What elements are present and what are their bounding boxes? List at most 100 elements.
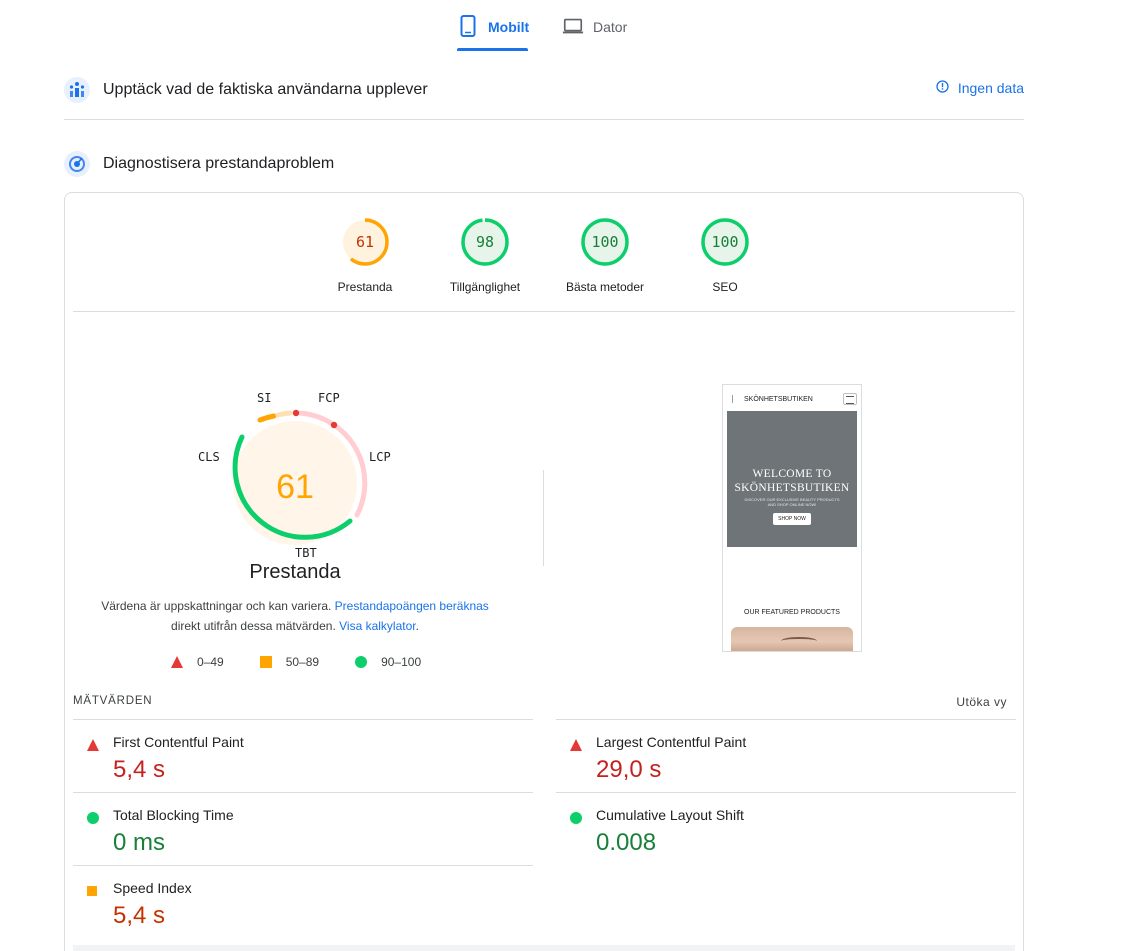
- gauge-seo-score: 100: [711, 233, 738, 251]
- gauge-accessibility-label: Tillgänglighet: [449, 280, 521, 294]
- hero-heading: WELCOME TO SKÖNHETSBUTIKEN: [727, 467, 857, 495]
- disclaimer-text-2: direkt utifrån dessa mätvärden.: [171, 619, 336, 633]
- hero-sub-2: AND SHOP ONLINE NOW!: [767, 502, 817, 507]
- metric-cls-value: 0.008: [596, 829, 657, 856]
- metric-fcp: First Contentful Paint 5,4 s: [73, 719, 533, 792]
- users-chart-icon: [64, 77, 90, 103]
- gauge-best-practices-label: Bästa metoder: [565, 280, 645, 294]
- tab-desktop-label: Dator: [593, 19, 628, 35]
- metric-tbt-value: 0 ms: [113, 829, 166, 856]
- pass-circle-icon: [87, 812, 99, 824]
- gauge-performance-ring: 61: [341, 218, 389, 266]
- gauge-best-practices[interactable]: 100 Bästa metoder: [555, 217, 655, 294]
- featured-products-heading: OUR FEATURED PRODUCTS: [744, 609, 840, 616]
- fail-triangle-icon: [87, 739, 99, 751]
- metric-fcp-name: First Contentful Paint: [113, 734, 244, 750]
- tab-mobile-label: Mobilt: [488, 19, 530, 35]
- gauge-label-cls: CLS: [198, 450, 220, 464]
- score-legend: 0–49 50–89 90–100: [171, 655, 421, 669]
- score-disclaimer: Värdena är uppskattningar och kan varier…: [85, 596, 505, 636]
- tab-mobile[interactable]: Mobilt: [457, 14, 529, 52]
- gauge-performance-score: 61: [356, 233, 374, 251]
- performance-score: 61: [276, 468, 314, 506]
- gauge-best-practices-score: 100: [591, 233, 618, 251]
- performance-title: Prestanda: [249, 561, 341, 583]
- device-tabs: Mobilt Dator: [0, 0, 1123, 52]
- metric-fcp-value: 5,4 s: [113, 756, 166, 783]
- metric-cls-name: Cumulative Layout Shift: [596, 807, 744, 823]
- laptop-icon: [562, 14, 584, 38]
- circle-icon: [355, 656, 368, 668]
- field-data-title: Upptäck vad de faktiska användarna upple…: [103, 81, 428, 98]
- gauge-segment-si: [257, 413, 277, 423]
- legend-pass: 90–100: [355, 655, 421, 669]
- gauge-accessibility-ring: 98: [461, 218, 509, 266]
- gauge-performance[interactable]: 61 Prestanda: [315, 217, 415, 294]
- metric-cls: Cumulative Layout Shift 0.008: [556, 792, 1016, 865]
- square-icon: [259, 656, 272, 668]
- smartphone-icon: [457, 14, 479, 38]
- pass-circle-icon: [570, 812, 582, 824]
- score-calculation-link[interactable]: Prestandapoängen beräknas: [335, 599, 489, 613]
- shop-now-button: SHOP NOW: [773, 513, 811, 525]
- final-screenshot[interactable]: SKÖNHETSBUTIKEN WELCOME TO SKÖNHETSBUTIK…: [722, 384, 862, 652]
- gauge-segment-fcp: [296, 410, 334, 426]
- triangle-icon: [171, 656, 183, 668]
- screenshot-header: SKÖNHETSBUTIKEN: [723, 385, 861, 413]
- legend-average: 50–89: [259, 655, 320, 669]
- fail-triangle-icon: [570, 739, 582, 751]
- metric-tbt-name: Total Blocking Time: [113, 807, 234, 823]
- screenshot-brand: SKÖNHETSBUTIKEN: [744, 395, 813, 403]
- gauge-seo-ring: 100: [701, 218, 749, 266]
- metric-tbt: Total Blocking Time 0 ms: [73, 792, 533, 865]
- product-image: [731, 627, 853, 651]
- info-icon: [936, 80, 949, 96]
- active-tab-indicator: [457, 48, 528, 51]
- lab-data-section: Diagnostisera prestandaproblem: [64, 150, 1024, 178]
- gauge-label-fcp: FCP: [318, 391, 340, 405]
- hero-line-2: SKÖNHETSBUTIKEN: [734, 482, 850, 494]
- diagnostics-icon: [64, 151, 90, 177]
- gauge-segment-si-rest: [275, 410, 293, 418]
- metric-si: Speed Index 5,4 s: [73, 865, 533, 938]
- vertical-separator: [543, 470, 544, 566]
- disclaimer-period: .: [415, 619, 419, 633]
- metric-lcp-value: 29,0 s: [596, 756, 662, 783]
- gauge-label-si: SI: [257, 391, 272, 405]
- hero-line-1: WELCOME TO: [752, 468, 832, 480]
- legend-fail: 0–49: [171, 655, 224, 669]
- gauge-label-tbt: TBT: [295, 546, 317, 560]
- bottom-bar: [73, 945, 1015, 951]
- gauge-accessibility-score: 98: [476, 233, 494, 251]
- metric-lcp-name: Largest Contentful Paint: [596, 734, 747, 750]
- screenshot-hero: WELCOME TO SKÖNHETSBUTIKEN DISCOVER OUR …: [727, 411, 857, 547]
- lab-data-card: 61 Prestanda 98 Tillgänglighet 100 Bästa…: [64, 192, 1024, 951]
- lab-data-title: Diagnostisera prestandaproblem: [103, 155, 335, 172]
- disclaimer-text: Värdena är uppskattningar och kan varier…: [101, 599, 332, 613]
- metric-si-value: 5,4 s: [113, 902, 166, 929]
- no-data-link[interactable]: Ingen data: [936, 80, 1024, 96]
- card-divider: [73, 311, 1015, 312]
- brand-logo-icon: [732, 395, 738, 403]
- legend-average-range: 50–89: [285, 655, 320, 669]
- gauge-performance-label: Prestanda: [337, 280, 393, 294]
- calculator-link[interactable]: Visa kalkylator: [339, 619, 415, 633]
- gauge-accessibility[interactable]: 98 Tillgänglighet: [435, 217, 535, 294]
- hero-subtitle: DISCOVER OUR EXCLUSIVE BEAUTY PRODUCTS A…: [727, 497, 857, 507]
- metric-si-name: Speed Index: [113, 880, 192, 896]
- hamburger-menu-icon: [843, 393, 857, 405]
- expand-view-toggle[interactable]: Utöka vy: [956, 695, 1007, 709]
- gauge-label-lcp: LCP: [369, 450, 391, 464]
- field-data-section: Upptäck vad de faktiska användarna upple…: [64, 76, 1024, 104]
- legend-pass-range: 90–100: [381, 655, 422, 669]
- gauge-marker-fcp: [292, 409, 300, 417]
- gauge-seo[interactable]: 100 SEO: [675, 217, 775, 294]
- metric-lcp: Largest Contentful Paint 29,0 s: [556, 719, 1016, 792]
- legend-fail-range: 0–49: [197, 655, 224, 669]
- average-square-icon: [87, 886, 97, 896]
- no-data-label: Ingen data: [957, 80, 1024, 96]
- metrics-heading: MÄTVÄRDEN: [73, 695, 153, 707]
- tab-desktop[interactable]: Dator: [562, 14, 627, 52]
- section-divider: [64, 119, 1024, 120]
- gauge-marker-lcp: [330, 421, 338, 429]
